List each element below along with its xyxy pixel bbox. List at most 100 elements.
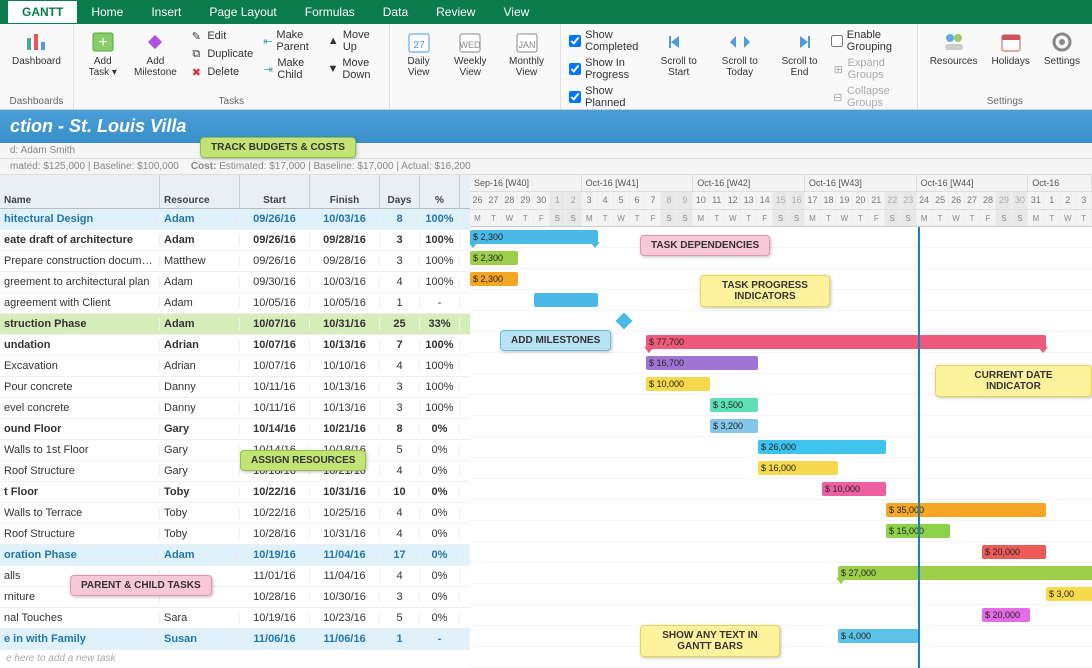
tab-data[interactable]: Data (369, 1, 422, 23)
daily-view-button[interactable]: 27 Daily View (398, 28, 440, 80)
task-row[interactable]: struction PhaseAdam10/07/1610/31/162533% (0, 314, 470, 335)
tab-gantt[interactable]: GANTT (8, 1, 77, 23)
task-name: struction Phase (0, 318, 160, 330)
task-row[interactable]: alls11/01/1611/04/1640% (0, 566, 470, 587)
collapse-groups-button[interactable]: ⊟Collapse Groups (831, 84, 909, 110)
gantt-bar[interactable]: $ 27,000 (838, 566, 1092, 580)
task-name: t Floor (0, 486, 160, 498)
gantt-bar[interactable]: $ 16,700 (646, 356, 758, 370)
task-days: 4 (380, 465, 420, 477)
scroll-start-button[interactable]: Scroll to Start (652, 28, 705, 80)
weekly-view-button[interactable]: WED Weekly View (446, 28, 495, 80)
task-row[interactable]: e in with FamilySusan11/06/1611/06/161- (0, 629, 470, 650)
ribbon: Dashboard Dashboards + Add Task ▾ Add Mi… (0, 24, 1092, 110)
settings-button[interactable]: Settings (1040, 28, 1084, 69)
gantt-bar[interactable]: $ 3,500 (710, 398, 758, 412)
show-inprogress-checkbox[interactable]: Show In Progress (569, 56, 646, 82)
task-row[interactable]: evel concreteDanny10/11/1610/13/163100% (0, 398, 470, 419)
gantt-bar[interactable]: $ 4,000 (838, 629, 918, 643)
task-row[interactable]: ExcavationAdrian10/07/1610/10/164100% (0, 356, 470, 377)
task-name: Walls to 1st Floor (0, 444, 160, 456)
task-row[interactable]: hitectural DesignAdam09/26/1610/03/16810… (0, 209, 470, 230)
gantt-bar[interactable]: $ 10,000 (646, 377, 710, 391)
task-row[interactable]: Pour concreteDanny10/11/1610/13/163100% (0, 377, 470, 398)
timeline-day: 9 (677, 192, 693, 209)
move-up-button[interactable]: ▲Move Up (325, 28, 380, 54)
gantt-bar[interactable] (534, 293, 598, 307)
duplicate-button[interactable]: ⧉Duplicate (187, 46, 255, 62)
scroll-today-button[interactable]: Scroll to Today (711, 28, 768, 80)
task-row[interactable]: Prepare construction documentsMatthew09/… (0, 251, 470, 272)
dashboard-button[interactable]: Dashboard (8, 28, 65, 69)
scroll-end-button[interactable]: Scroll to End (774, 28, 825, 80)
gantt-bar[interactable]: $ 20,000 (982, 608, 1030, 622)
task-row[interactable]: Roof StructureToby10/28/1610/31/1640% (0, 524, 470, 545)
milestone-diamond[interactable] (616, 313, 633, 330)
task-row[interactable]: t FloorToby10/22/1610/31/16100% (0, 482, 470, 503)
task-row[interactable]: Walls to TerraceToby10/22/1610/25/1640% (0, 503, 470, 524)
col-pct[interactable]: % (420, 175, 460, 208)
task-days: 1 (380, 633, 420, 645)
task-days: 3 (380, 591, 420, 603)
make-child-button[interactable]: ⇥Make Child (261, 56, 319, 82)
gantt-bar[interactable]: $ 2,300 (470, 251, 518, 265)
gantt-bar[interactable]: $ 2,300 (470, 272, 518, 286)
bar-label: $ 27,000 (841, 568, 876, 578)
task-row[interactable]: Roof StructureGary10/18/1610/21/1640% (0, 461, 470, 482)
col-days[interactable]: Days (380, 175, 420, 208)
add-task-icon: + (91, 30, 115, 54)
gantt-bar[interactable]: $ 3,200 (710, 419, 758, 433)
task-row[interactable]: Walls to 1st FloorGary10/14/1610/18/1650… (0, 440, 470, 461)
scroll-today-icon (728, 30, 752, 54)
task-name: ound Floor (0, 423, 160, 435)
show-completed-checkbox[interactable]: Show Completed (569, 28, 646, 54)
task-row[interactable]: rniture10/28/1610/30/1630% (0, 587, 470, 608)
tab-formulas[interactable]: Formulas (291, 1, 369, 23)
col-resource[interactable]: Resource (160, 175, 240, 208)
task-row[interactable]: nal TouchesSara10/19/1610/23/1650% (0, 608, 470, 629)
show-planned-checkbox[interactable]: Show Planned (569, 84, 646, 110)
task-days: 25 (380, 318, 420, 330)
task-days: 4 (380, 570, 420, 582)
resources-button[interactable]: Resources (926, 28, 982, 69)
enable-grouping-checkbox[interactable]: Enable Grouping (831, 28, 909, 54)
col-finish[interactable]: Finish (310, 175, 380, 208)
tab-home[interactable]: Home (77, 1, 137, 23)
holidays-button[interactable]: Holidays (988, 28, 1034, 69)
edit-button[interactable]: ✎Edit (187, 28, 255, 44)
timeline-dow: M (805, 210, 821, 226)
col-name[interactable]: Name (0, 175, 160, 208)
gantt-bar[interactable]: $ 3,00 (1046, 587, 1092, 601)
task-row[interactable]: oration PhaseAdam10/19/1611/04/16170% (0, 545, 470, 566)
gantt-bar[interactable]: $ 20,000 (982, 545, 1046, 559)
add-milestone-button[interactable]: Add Milestone (130, 28, 182, 80)
task-row[interactable]: eate draft of architectureAdam09/26/1609… (0, 230, 470, 251)
gantt-bar[interactable]: $ 10,000 (822, 482, 886, 496)
task-row[interactable]: undationAdrian10/07/1610/13/167100% (0, 335, 470, 356)
gantt-bar[interactable]: $ 16,000 (758, 461, 838, 475)
monthly-view-button[interactable]: JAN Monthly View (501, 28, 552, 80)
gantt-bar[interactable]: $ 26,000 (758, 440, 886, 454)
col-start[interactable]: Start (240, 175, 310, 208)
timeline-dow: S (885, 210, 901, 226)
task-row[interactable]: ound FloorGary10/14/1610/21/1680% (0, 419, 470, 440)
add-task-placeholder[interactable]: e here to add a new task (0, 650, 470, 667)
tab-page-layout[interactable]: Page Layout (195, 1, 290, 23)
make-parent-button[interactable]: ⇤Make Parent (261, 28, 319, 54)
add-task-button[interactable]: + Add Task ▾ (82, 28, 124, 80)
gantt-bar[interactable]: $ 2,300 (470, 230, 598, 244)
child-icon: ⇥ (263, 62, 273, 76)
tab-review[interactable]: Review (422, 1, 489, 23)
move-down-button[interactable]: ▼Move Down (325, 56, 380, 82)
task-row[interactable]: agreement with ClientAdam10/05/1610/05/1… (0, 293, 470, 314)
tab-view[interactable]: View (489, 1, 543, 23)
tab-insert[interactable]: Insert (137, 1, 195, 23)
gantt-bar[interactable]: $ 77,700 (646, 335, 1046, 349)
expand-groups-button[interactable]: ⊞Expand Groups (831, 56, 909, 82)
task-finish: 10/18/16 (310, 444, 380, 456)
gantt-bar[interactable]: $ 35,000 (886, 503, 1046, 517)
task-row[interactable]: greement to architectural planAdam09/30/… (0, 272, 470, 293)
delete-button[interactable]: ✖Delete (187, 64, 255, 80)
project-budget: mated: $125,000 | Baseline: $100,000 (10, 161, 179, 172)
task-start: 09/26/16 (240, 255, 310, 267)
